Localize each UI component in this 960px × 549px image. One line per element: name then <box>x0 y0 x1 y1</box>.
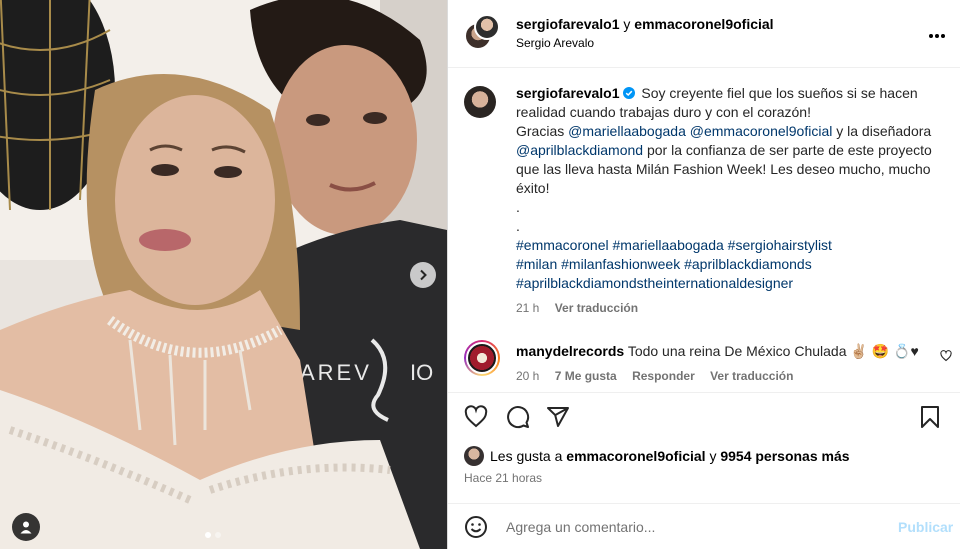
caption-gracias: Gracias <box>516 123 565 139</box>
more-horizontal-icon <box>929 34 945 38</box>
post-caption: sergiofarevalo1 Soy creyente fiel que lo… <box>464 84 944 315</box>
post-header: sergiofarevalo1 y emmacoronel9oficial Se… <box>448 0 960 68</box>
comment-username-link[interactable]: manydelrecords <box>516 343 624 359</box>
mention-link[interactable]: @aprilblackdiamond <box>516 142 643 158</box>
heart-icon[interactable] <box>940 350 952 362</box>
likes-username-link[interactable]: emmacoronel9oficial <box>566 448 705 464</box>
comment-item: manydelrecords Todo una reina De México … <box>464 338 952 383</box>
mention-link[interactable]: @mariellaabogada <box>568 123 686 139</box>
instagram-post: AREV IO sergiofarevalo1 y emmacoronel9of… <box>0 0 960 549</box>
authors-connector: y <box>623 16 631 32</box>
carousel-dot <box>215 532 221 538</box>
collab-avatars[interactable] <box>464 14 500 50</box>
likes-summary: Les gusta a emmacoronel9oficial y 9954 p… <box>464 446 850 466</box>
svg-text:AREV: AREV <box>300 360 372 385</box>
comment-icon[interactable] <box>506 405 530 429</box>
post-authors: sergiofarevalo1 y emmacoronel9oficial <box>516 16 774 32</box>
emoji-icon[interactable] <box>464 515 488 539</box>
reply-button[interactable]: Responder <box>632 369 695 383</box>
bookmark-icon[interactable] <box>918 405 942 429</box>
svg-text:IO: IO <box>410 360 433 385</box>
avatar <box>474 14 500 40</box>
caption-y-la: y la diseñadora <box>836 123 932 139</box>
post-photo: AREV IO <box>0 0 447 549</box>
caption-dot: . <box>516 199 520 215</box>
post-sidebar: sergiofarevalo1 y emmacoronel9oficial Se… <box>447 0 960 549</box>
verified-badge-icon <box>622 87 635 99</box>
caption-dot: . <box>516 218 520 234</box>
publish-button[interactable]: Publicar <box>898 519 953 535</box>
heart-icon[interactable] <box>464 405 488 429</box>
avatar[interactable] <box>464 340 500 376</box>
likes-others-link[interactable]: 9954 personas más <box>720 448 849 464</box>
author-username-link[interactable]: sergiofarevalo1 <box>516 16 620 32</box>
caption-text: sergiofarevalo1 Soy creyente fiel que lo… <box>516 84 944 293</box>
carousel-dot-active <box>205 532 211 538</box>
share-icon[interactable] <box>546 405 570 429</box>
avatar[interactable] <box>464 86 496 118</box>
comment-input[interactable] <box>506 515 886 539</box>
hashtags-line[interactable]: #aprilblackdiamondstheinternationaldesig… <box>516 275 793 291</box>
likes-prefix: Les gusta a <box>490 448 563 464</box>
mention-link[interactable]: @emmacoronel9oficial <box>690 123 833 139</box>
user-icon <box>20 521 32 534</box>
post-actions <box>448 392 960 440</box>
comment-likes-link[interactable]: 7 Me gusta <box>555 369 617 383</box>
caption-meta: 21 h Ver traducción <box>516 301 944 315</box>
more-options-button[interactable] <box>928 22 946 45</box>
hashtags-line[interactable]: #milan #milanfashionweek #aprilblackdiam… <box>516 256 812 272</box>
post-subtitle: Sergio Arevalo <box>516 36 595 50</box>
caption-time[interactable]: 21 h <box>516 301 539 315</box>
coauthor-username-link[interactable]: emmacoronel9oficial <box>634 16 773 32</box>
add-comment-bar: Publicar <box>448 503 960 549</box>
see-translation-link[interactable]: Ver traducción <box>555 301 638 315</box>
comment-body: Todo una reina De México Chulada ✌🏼 🤩 💍♥ <box>627 343 919 359</box>
post-timestamp[interactable]: Hace 21 horas <box>464 471 542 485</box>
tagged-users-button[interactable] <box>12 513 40 541</box>
see-translation-link[interactable]: Ver traducción <box>710 369 793 383</box>
likes-connector: y <box>709 448 717 464</box>
carousel-next-button[interactable] <box>410 262 436 288</box>
hashtags-line[interactable]: #emmacoronel #mariellaabogada #sergiohai… <box>516 237 832 253</box>
comment-meta: 20 h 7 Me gusta Responder Ver traducción <box>516 369 944 383</box>
caption-username-link[interactable]: sergiofarevalo1 <box>516 85 620 101</box>
comment-text: manydelrecords Todo una reina De México … <box>516 338 944 361</box>
carousel-indicator <box>205 532 221 538</box>
comment-time[interactable]: 20 h <box>516 369 539 383</box>
chevron-right-icon <box>420 269 427 281</box>
avatar[interactable] <box>464 446 484 466</box>
post-media[interactable]: AREV IO <box>0 0 447 549</box>
